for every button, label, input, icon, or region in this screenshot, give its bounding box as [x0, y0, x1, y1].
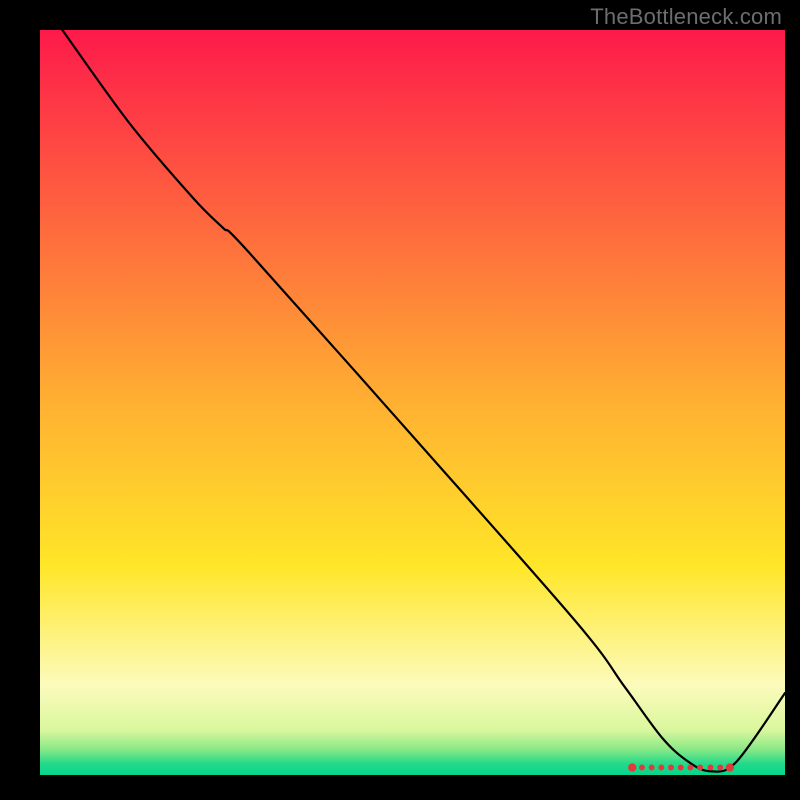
optimal-dot [649, 765, 655, 771]
optimal-dot [678, 765, 684, 771]
gradient-background [40, 30, 785, 775]
optimal-dot [717, 765, 723, 771]
optimal-dot [658, 765, 664, 771]
chart-svg [40, 30, 785, 775]
watermark-label: TheBottleneck.com [590, 4, 782, 30]
optimal-dot [628, 763, 636, 771]
optimal-dot [639, 765, 645, 771]
optimal-dot [726, 763, 734, 771]
plot-area [40, 30, 785, 775]
optimal-dot [697, 765, 703, 771]
optimal-dot [708, 765, 714, 771]
optimal-dot [687, 765, 693, 771]
chart-frame: TheBottleneck.com [0, 0, 800, 800]
optimal-dot [668, 765, 674, 771]
